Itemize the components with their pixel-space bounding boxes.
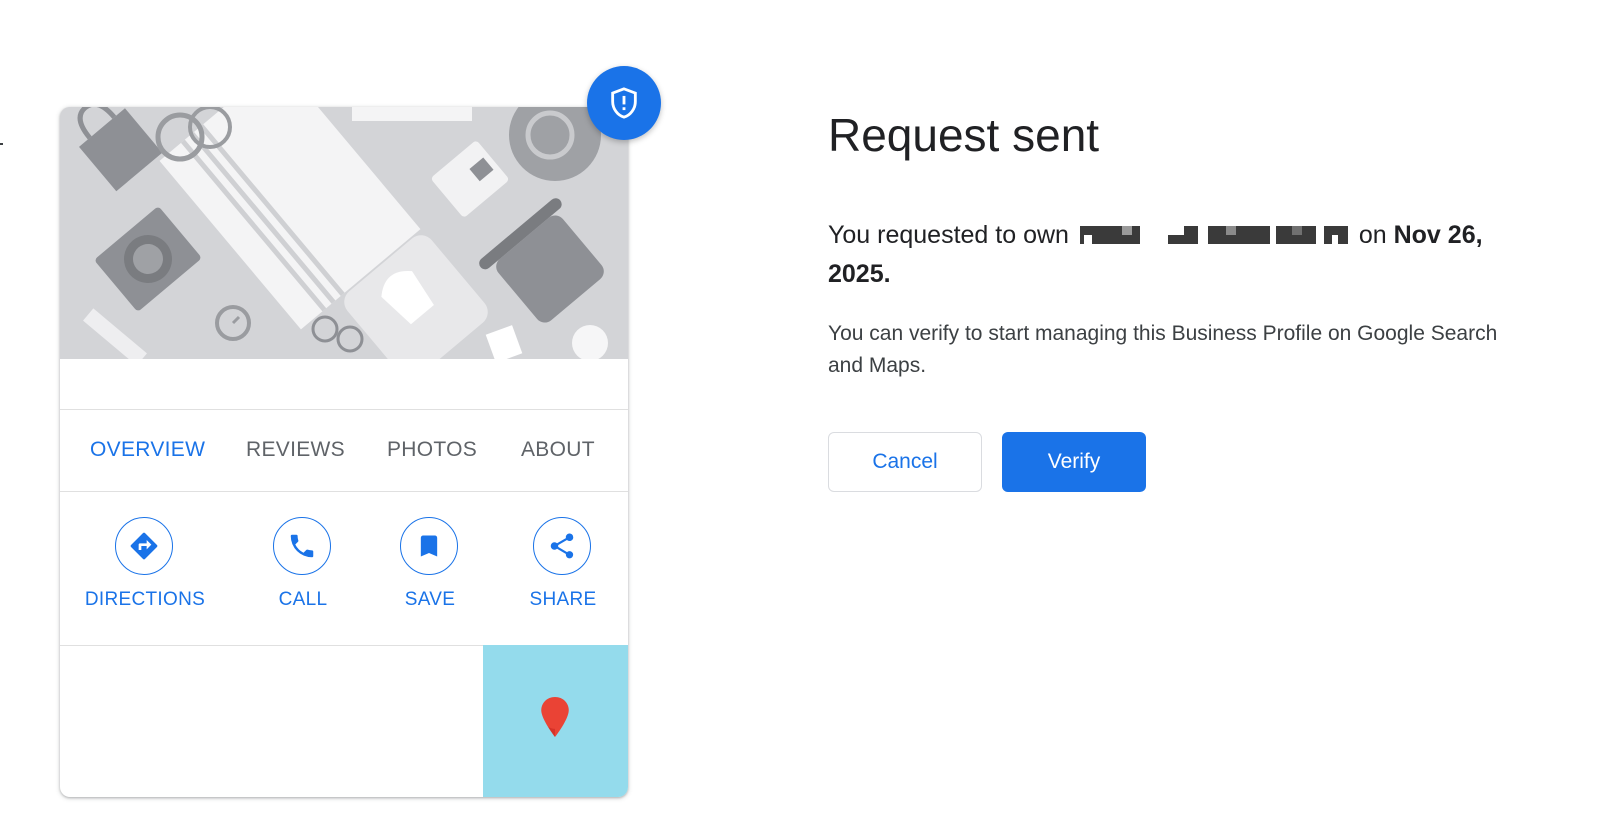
verify-description: You can verify to start managing this Bu… <box>828 322 1498 377</box>
business-name-placeholder <box>60 359 628 410</box>
tab-about[interactable]: ABOUT <box>521 409 595 491</box>
call-label: CALL <box>278 589 328 610</box>
profile-tabs: OVERVIEW REVIEWS PHOTOS ABOUT <box>60 409 628 492</box>
phone-icon <box>273 517 331 575</box>
directions-icon <box>115 517 173 575</box>
redacted-business-name <box>1079 226 1348 244</box>
call-button[interactable]: CALL <box>238 491 368 645</box>
profile-actions: DIRECTIONS CALL SAVE SHARE <box>60 491 628 646</box>
business-profile-card: OVERVIEW REVIEWS PHOTOS ABOUT DIRECTIONS… <box>60 107 628 797</box>
bookmark-icon <box>400 517 458 575</box>
map-preview[interactable] <box>60 645 628 797</box>
request-on: on <box>1358 221 1387 249</box>
save-button[interactable]: SAVE <box>365 491 495 645</box>
save-label: SAVE <box>404 589 456 610</box>
edge-tick <box>0 143 3 145</box>
request-prefix: You requested to own <box>828 221 1069 249</box>
shield-alert-icon <box>587 66 661 140</box>
directions-button[interactable]: DIRECTIONS <box>80 491 210 645</box>
share-button[interactable]: SHARE <box>498 491 628 645</box>
verify-button[interactable]: Verify <box>1002 432 1146 492</box>
map-pin-icon <box>540 697 570 742</box>
request-message: You requested to own on Nov 26, 2025. <box>828 216 1528 294</box>
page-title: Request sent <box>828 109 1100 161</box>
cancel-button[interactable]: Cancel <box>828 432 982 492</box>
tab-reviews[interactable]: REVIEWS <box>246 409 345 491</box>
tab-photos[interactable]: PHOTOS <box>387 409 477 491</box>
share-label: SHARE <box>529 589 597 610</box>
share-icon <box>533 517 591 575</box>
hero-illustration <box>60 107 628 359</box>
map-tile[interactable] <box>483 645 628 797</box>
directions-label: DIRECTIONS <box>84 589 206 610</box>
tab-overview[interactable]: OVERVIEW <box>90 409 205 491</box>
